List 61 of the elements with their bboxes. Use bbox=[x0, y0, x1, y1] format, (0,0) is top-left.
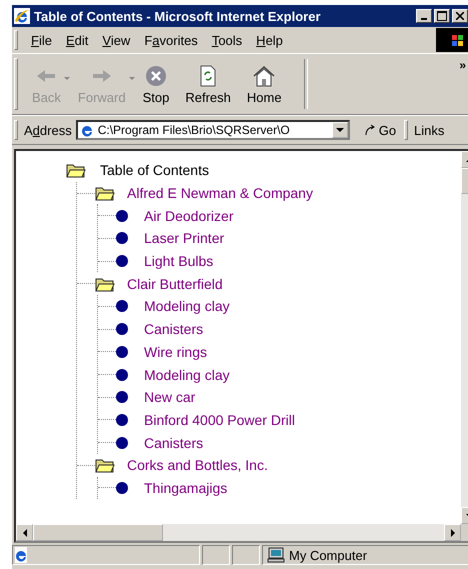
windows-logo-icon bbox=[436, 28, 468, 52]
folder-icon bbox=[95, 276, 115, 292]
more-button[interactable]: » bbox=[459, 58, 466, 72]
tree-link[interactable]: Modeling clay bbox=[144, 298, 230, 314]
zone-label: My Computer bbox=[289, 548, 368, 562]
page-icon bbox=[13, 547, 29, 563]
close-icon bbox=[456, 12, 464, 20]
links-button[interactable]: Links bbox=[414, 122, 444, 138]
bullet-icon bbox=[116, 210, 128, 222]
tree-link[interactable]: Corks and Bottles, Inc. bbox=[127, 457, 268, 474]
address-label: Address bbox=[24, 122, 72, 138]
tree-link[interactable]: Clair Butterfield bbox=[127, 276, 223, 292]
window-title: Table of Contents - Microsoft Internet Explorer bbox=[34, 8, 322, 24]
bullet-icon bbox=[116, 436, 128, 449]
menu-item[interactable]: View bbox=[95, 32, 138, 48]
home-icon bbox=[252, 64, 276, 88]
menu-item[interactable]: Favorites bbox=[137, 32, 205, 48]
bullet-icon bbox=[116, 391, 128, 404]
folder-icon bbox=[95, 185, 115, 202]
menu-item[interactable]: Help bbox=[249, 32, 290, 48]
tree-link[interactable]: New car bbox=[144, 389, 196, 406]
status-panel bbox=[202, 545, 230, 565]
toolbar-button[interactable]: Stop bbox=[134, 64, 178, 104]
browser-icon bbox=[14, 8, 30, 24]
bullet-icon bbox=[116, 323, 128, 336]
tree-link[interactable]: Air Deodorizer bbox=[144, 208, 234, 224]
menu-item[interactable]: Edit bbox=[58, 32, 96, 48]
bullet-icon bbox=[116, 414, 128, 426]
folder-icon bbox=[95, 457, 115, 474]
go-arrow-icon bbox=[364, 124, 376, 136]
bullet-icon bbox=[116, 255, 128, 268]
go-button[interactable]: Go bbox=[364, 122, 396, 138]
tree-link[interactable]: Binford 4000 Power Drill bbox=[144, 412, 295, 428]
bullet-icon bbox=[116, 232, 128, 244]
tree-link[interactable]: Alfred E Newman & Company bbox=[127, 185, 313, 202]
bullet-icon bbox=[116, 346, 128, 358]
status-panel bbox=[232, 545, 260, 565]
bullet-icon bbox=[116, 368, 128, 381]
toolbar-button[interactable]: Home bbox=[238, 64, 290, 104]
tree-link[interactable]: Wire rings bbox=[144, 344, 208, 360]
tree-link[interactable]: Laser Printer bbox=[144, 230, 224, 246]
maximize-button[interactable] bbox=[434, 9, 450, 23]
tree-link[interactable]: Thingamajigs bbox=[144, 480, 228, 496]
bullet-icon bbox=[116, 300, 128, 312]
toolbar-button[interactable]: Refresh bbox=[177, 64, 239, 104]
bullet-icon bbox=[116, 482, 128, 494]
dropdown-button[interactable] bbox=[332, 122, 348, 138]
computer-icon bbox=[267, 547, 285, 563]
tree-link[interactable]: Modeling clay bbox=[144, 366, 230, 383]
horizontal-scrollbar[interactable] bbox=[16, 524, 468, 541]
close-button[interactable] bbox=[452, 9, 468, 23]
menu-item[interactable]: Tools bbox=[204, 32, 250, 48]
minimize-button[interactable] bbox=[416, 9, 432, 23]
address-field[interactable]: C:\Program Files\Brio\SQRServer\O bbox=[76, 120, 350, 140]
tree-link[interactable]: Canisters bbox=[144, 434, 204, 451]
stop-icon bbox=[144, 64, 168, 88]
tree-link[interactable]: Canisters bbox=[144, 321, 204, 338]
tree-root-label: Table of Contents bbox=[100, 162, 209, 178]
tree-link[interactable]: Light Bulbs bbox=[144, 253, 214, 270]
folder-icon bbox=[66, 162, 86, 178]
menu-item[interactable]: File bbox=[24, 32, 59, 48]
